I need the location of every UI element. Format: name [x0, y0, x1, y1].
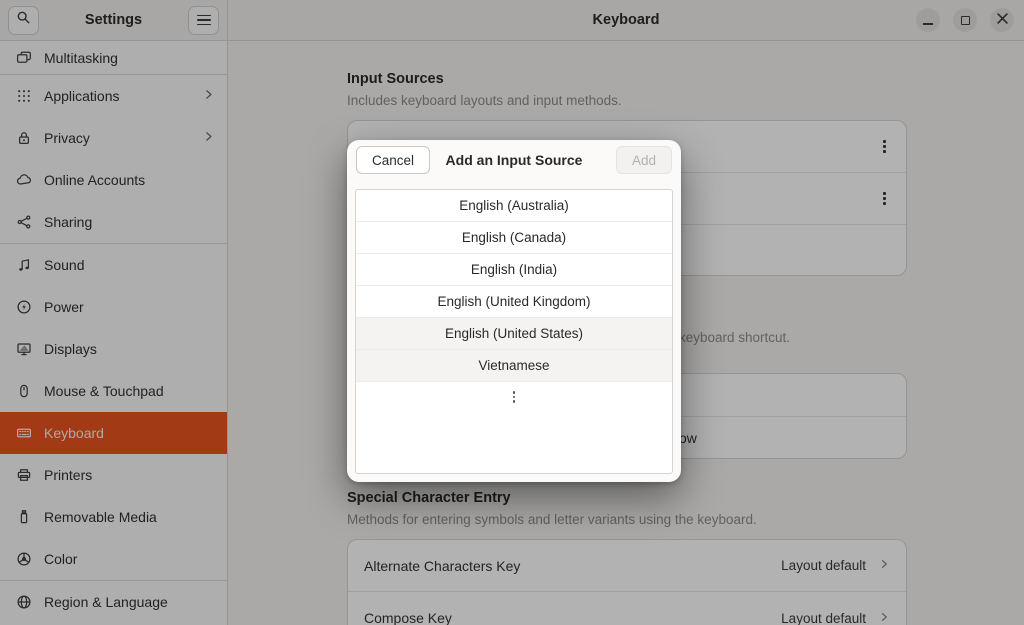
language-list: English (Australia) English (Canada) Eng…: [355, 189, 673, 474]
cancel-button[interactable]: Cancel: [356, 146, 430, 174]
language-row-english-united-kingdom[interactable]: English (United Kingdom): [356, 286, 672, 318]
dialog-header: Cancel Add an Input Source Add: [347, 140, 681, 180]
ellipsis-icon: [513, 391, 515, 402]
language-row-english-australia[interactable]: English (Australia): [356, 190, 672, 222]
add-button[interactable]: Add: [616, 146, 672, 174]
dialog-title: Add an Input Source: [446, 152, 583, 168]
add-input-source-dialog: Cancel Add an Input Source Add English (…: [347, 140, 681, 482]
language-row-english-india[interactable]: English (India): [356, 254, 672, 286]
language-row-english-canada[interactable]: English (Canada): [356, 222, 672, 254]
language-row-vietnamese[interactable]: Vietnamese: [356, 350, 672, 382]
more-languages-row[interactable]: [356, 382, 672, 412]
language-row-english-united-states[interactable]: English (United States): [356, 318, 672, 350]
settings-window: Settings Keyboard: [0, 0, 1024, 625]
